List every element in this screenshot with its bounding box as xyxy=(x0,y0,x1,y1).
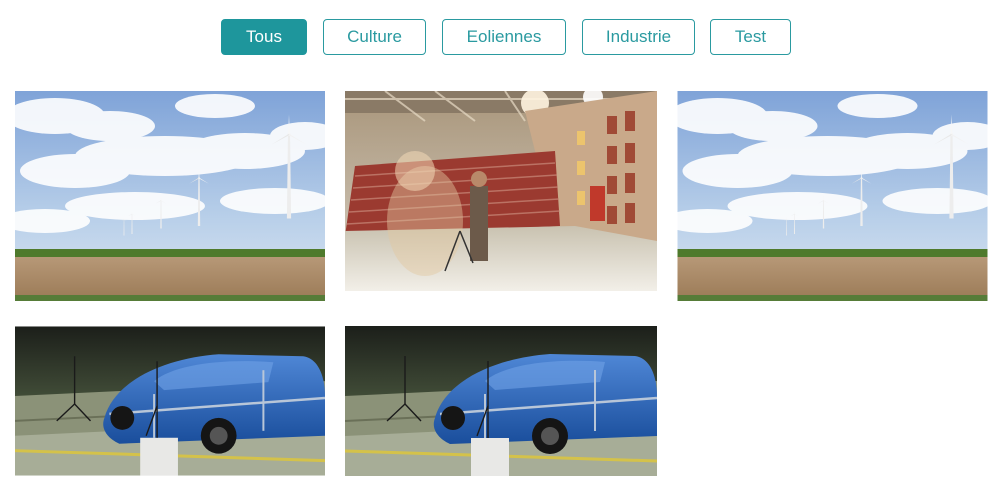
theater-stage-photo-icon xyxy=(345,91,657,291)
gallery-item-eoliennes[interactable] xyxy=(677,91,988,301)
gallery-item-culture[interactable] xyxy=(345,91,657,291)
filter-culture-button[interactable]: Culture xyxy=(323,19,426,55)
filter-bar: Tous Culture Eoliennes Industrie Test xyxy=(0,19,1002,55)
wind-turbines-photo-icon xyxy=(15,91,325,301)
car-wind-tunnel-photo-icon xyxy=(345,326,657,476)
gallery-item-test[interactable] xyxy=(345,326,657,476)
wind-turbines-photo-icon xyxy=(677,91,988,301)
filter-industrie-button[interactable]: Industrie xyxy=(582,19,695,55)
gallery-item-industrie[interactable] xyxy=(15,326,325,476)
gallery-item-eoliennes[interactable] xyxy=(15,91,325,301)
filter-test-button[interactable]: Test xyxy=(710,19,791,55)
filter-eoliennes-button[interactable]: Eoliennes xyxy=(442,19,566,55)
car-wind-tunnel-photo-icon xyxy=(15,326,325,476)
filter-tous-button[interactable]: Tous xyxy=(221,19,307,55)
